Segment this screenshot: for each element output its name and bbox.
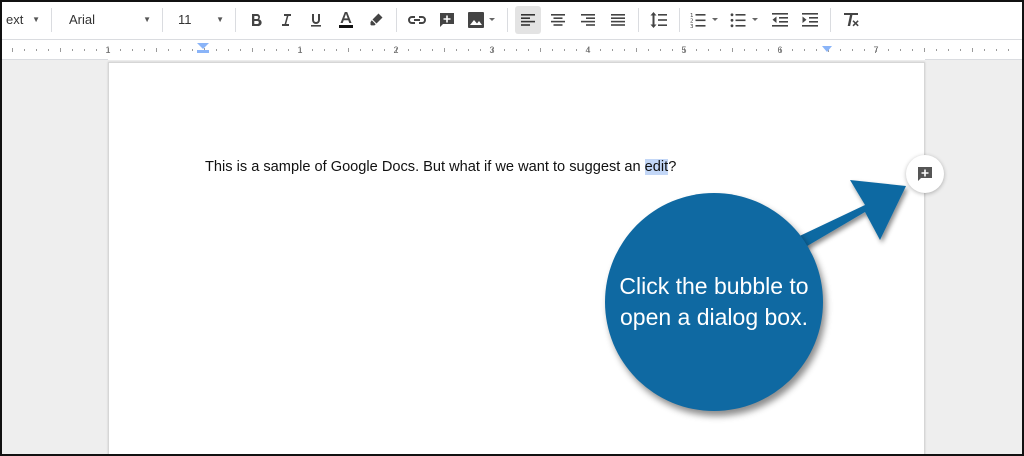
callout-circle: Click the bubble to open a dialog box. [605, 193, 823, 411]
callout-arrow [770, 180, 906, 262]
callout-text: Click the bubble to open a dialog box. [619, 273, 809, 330]
